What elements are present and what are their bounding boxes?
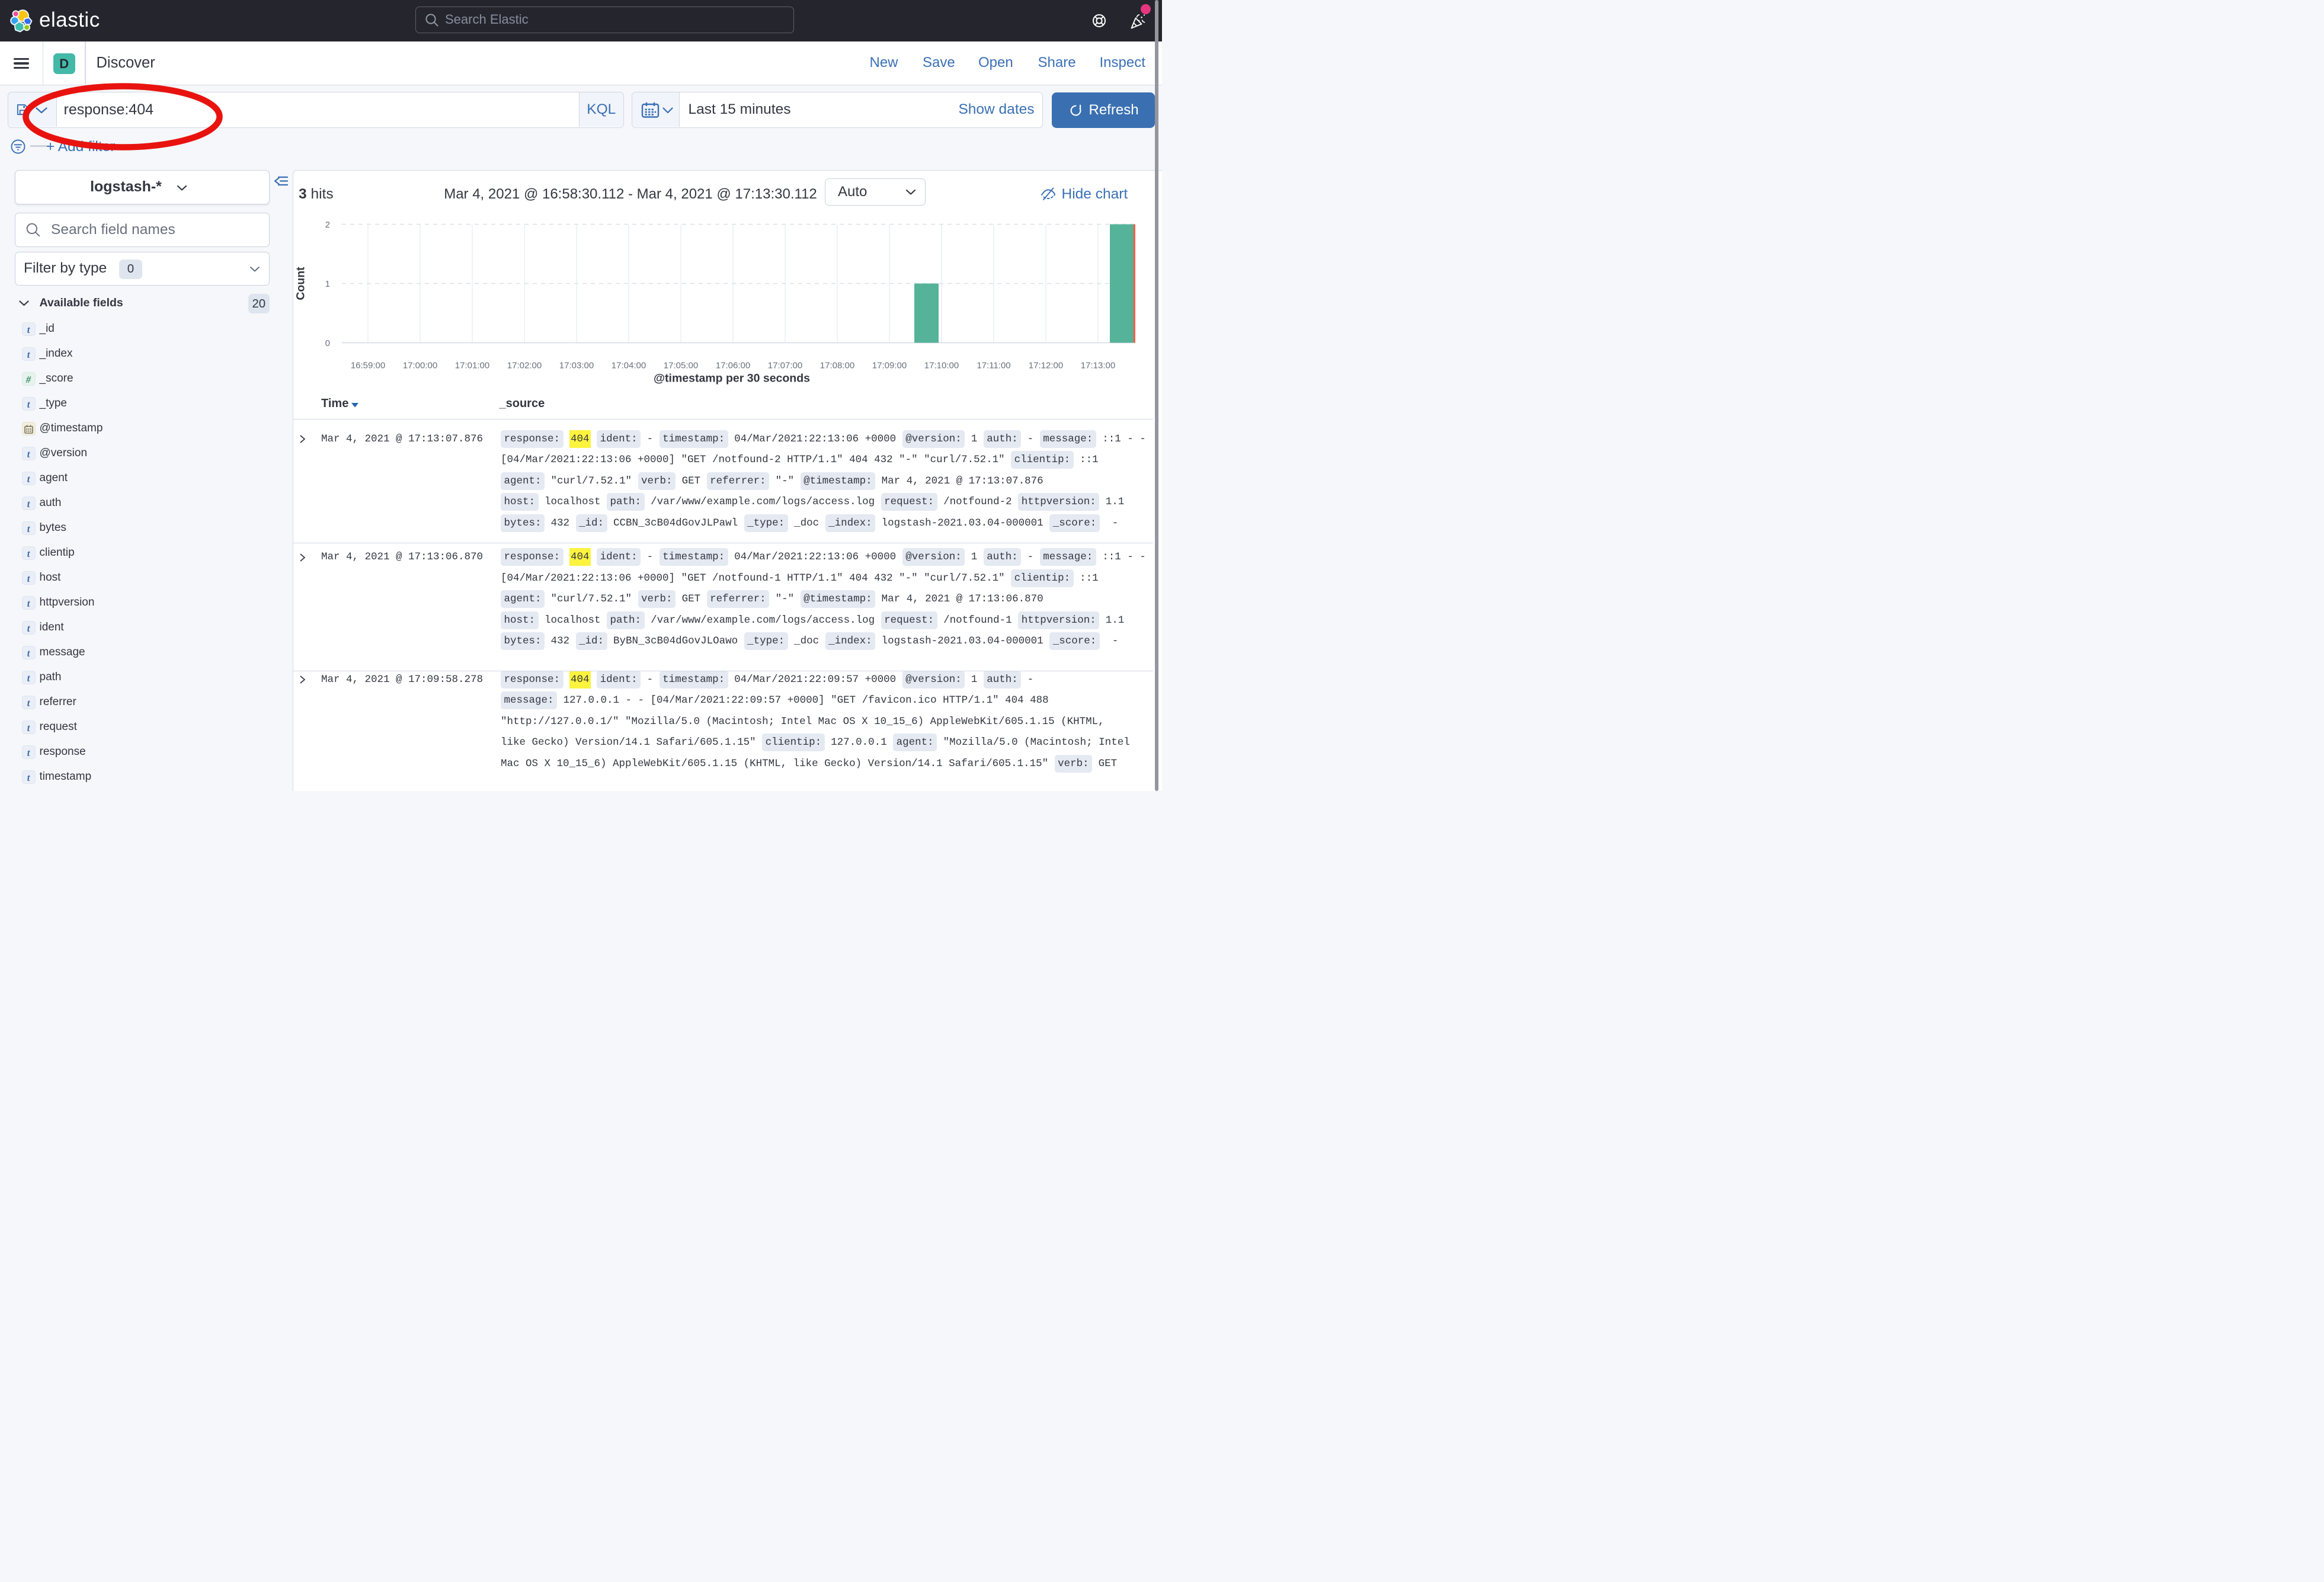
svg-text:@timestamp per 30 seconds: @timestamp per 30 seconds [654, 372, 810, 385]
svg-text:17:09:00: 17:09:00 [872, 361, 907, 371]
svg-text:17:03:00: 17:03:00 [559, 361, 594, 371]
svg-text:17:12:00: 17:12:00 [1029, 361, 1063, 371]
svg-text:17:00:00: 17:00:00 [403, 361, 437, 371]
svg-text:17:07:00: 17:07:00 [768, 361, 802, 371]
svg-text:1: 1 [325, 279, 330, 289]
svg-text:17:05:00: 17:05:00 [664, 361, 698, 371]
svg-text:17:06:00: 17:06:00 [716, 361, 750, 371]
svg-text:16:59:00: 16:59:00 [351, 361, 385, 371]
svg-text:17:02:00: 17:02:00 [507, 361, 542, 371]
svg-text:17:08:00: 17:08:00 [820, 361, 854, 371]
svg-text:17:04:00: 17:04:00 [612, 361, 646, 371]
svg-text:17:11:00: 17:11:00 [977, 361, 1010, 371]
svg-text:Count: Count [294, 267, 308, 300]
svg-text:2: 2 [325, 220, 330, 230]
svg-text:17:13:00: 17:13:00 [1081, 361, 1115, 371]
svg-text:17:01:00: 17:01:00 [455, 361, 489, 371]
svg-text:0: 0 [325, 338, 330, 348]
svg-text:17:10:00: 17:10:00 [924, 361, 959, 371]
